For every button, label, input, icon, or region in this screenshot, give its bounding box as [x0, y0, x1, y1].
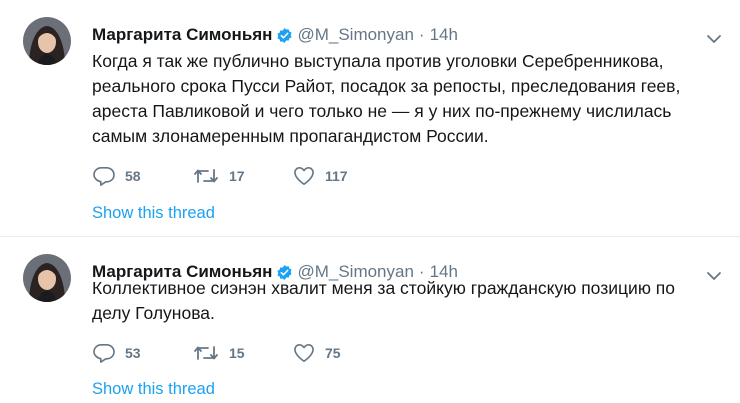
retweet-button[interactable]: 17 — [193, 166, 293, 186]
reply-icon — [93, 167, 115, 186]
like-button[interactable]: 75 — [293, 343, 393, 363]
avatar[interactable] — [23, 254, 71, 302]
reply-count: 58 — [125, 168, 141, 184]
heart-icon — [294, 167, 314, 185]
timeline: Маргарита Симоньян @M_Simonyan · 14h Ког… — [0, 0, 740, 403]
retweet-icon — [194, 169, 218, 183]
chevron-down-icon[interactable] — [706, 32, 722, 44]
tweet-actions: 58 17 117 — [93, 164, 393, 188]
like-button[interactable]: 117 — [293, 166, 393, 186]
show-thread-link[interactable]: Show this thread — [92, 204, 215, 223]
avatar[interactable] — [23, 17, 71, 65]
heart-icon — [294, 344, 314, 362]
verified-badge-icon — [276, 27, 293, 44]
reply-button[interactable]: 58 — [93, 166, 193, 186]
like-count: 117 — [325, 168, 348, 184]
tweet[interactable]: Маргарита Симоньян @M_Simonyan · 14h Ког… — [0, 0, 740, 237]
retweet-count: 17 — [229, 168, 245, 184]
retweet-button[interactable]: 15 — [193, 343, 293, 363]
tweet-text: Когда я так же публично выступала против… — [92, 51, 681, 146]
separator: · — [418, 25, 425, 44]
tweet-text: Коллективное сиэнэн хвалит меня за стойк… — [92, 278, 676, 323]
tweet-actions: 53 15 75 — [93, 341, 393, 365]
like-count: 75 — [325, 345, 341, 361]
show-thread-link[interactable]: Show this thread — [92, 380, 215, 399]
reply-button[interactable]: 53 — [93, 343, 193, 363]
timestamp[interactable]: 14h — [430, 25, 458, 45]
tweet[interactable]: Маргарита Симоньян @M_Simonyan · 14h Кол… — [0, 237, 740, 403]
author-handle[interactable]: @M_Simonyan — [297, 25, 413, 45]
chevron-down-icon[interactable] — [706, 269, 722, 281]
retweet-count: 15 — [229, 345, 245, 361]
retweet-icon — [194, 346, 218, 360]
tweet-header: Маргарита Симоньян @M_Simonyan · 14h — [92, 24, 458, 46]
reply-icon — [93, 344, 115, 363]
reply-count: 53 — [125, 345, 141, 361]
author-name[interactable]: Маргарита Симоньян — [92, 25, 272, 45]
